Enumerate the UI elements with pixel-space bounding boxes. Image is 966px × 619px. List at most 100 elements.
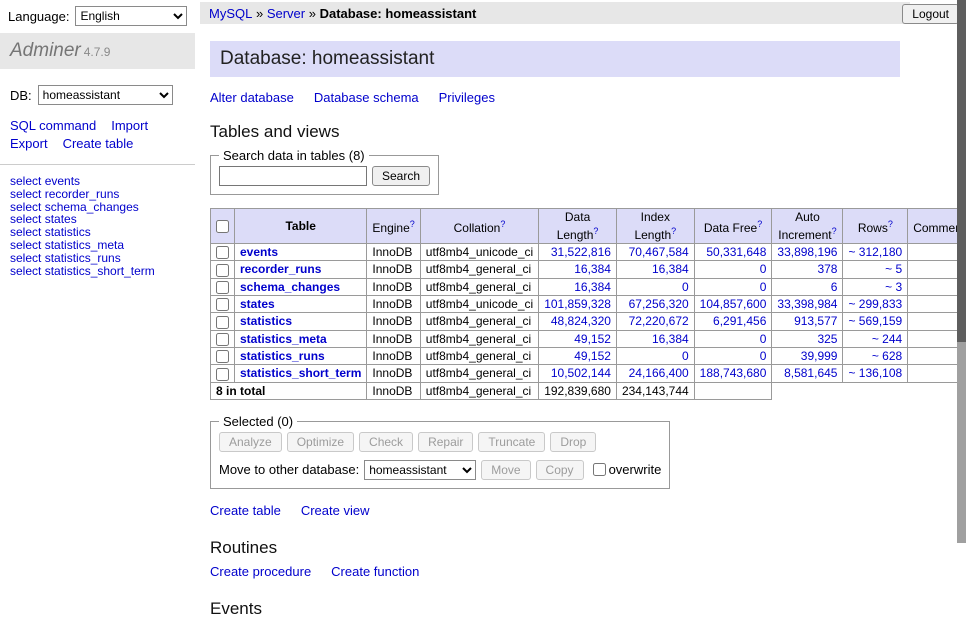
cell-index_length: 67,256,320 <box>616 295 694 312</box>
search-button[interactable]: Search <box>372 166 430 186</box>
sidebar-action-link[interactable]: Export <box>10 136 48 151</box>
row-checkbox[interactable] <box>216 368 229 381</box>
table-name-link[interactable]: statistics <box>240 314 292 328</box>
bulk-action-button[interactable]: Repair <box>418 432 473 452</box>
db-nav-link[interactable]: Alter database <box>210 90 294 105</box>
db-nav-link[interactable]: Privileges <box>439 90 495 105</box>
row-checkbox[interactable] <box>216 264 229 277</box>
tables-heading: Tables and views <box>210 122 956 142</box>
main-content: Alter databaseDatabase schemaPrivileges … <box>210 90 956 619</box>
db-nav-link[interactable]: Database schema <box>314 90 419 105</box>
bulk-action-button[interactable]: Check <box>359 432 413 452</box>
routine-link[interactable]: Create procedure <box>210 564 311 579</box>
row-checkbox[interactable] <box>216 281 229 294</box>
table-name-link[interactable]: schema_changes <box>240 280 340 294</box>
bulk-action-button[interactable]: Drop <box>550 432 596 452</box>
column-header-collation: Collation? <box>420 209 538 244</box>
cell-table: statistics_meta <box>235 330 367 347</box>
overwrite-checkbox[interactable] <box>593 463 606 476</box>
cell-rows: ~ 312,180 <box>843 244 908 261</box>
total-collation: utf8mb4_general_ci <box>420 382 538 399</box>
row-checkbox[interactable] <box>216 246 229 259</box>
cell-data_free: 104,857,600 <box>694 295 772 312</box>
cell-index_length: 0 <box>616 347 694 364</box>
cell-data_length: 101,859,328 <box>539 295 617 312</box>
create-link[interactable]: Create table <box>210 503 281 518</box>
select-all-checkbox[interactable] <box>216 220 229 233</box>
routine-link[interactable]: Create function <box>331 564 419 579</box>
row-checkbox[interactable] <box>216 298 229 311</box>
table-name-link[interactable]: events <box>240 245 278 259</box>
breadcrumb-link[interactable]: Server <box>267 6 305 21</box>
cell-engine: InnoDB <box>367 347 420 364</box>
cell-engine: InnoDB <box>367 244 420 261</box>
breadcrumb: MySQL » Server » Database: homeassistant <box>200 2 910 24</box>
sidebar-actions: SQL command Import Export Create table <box>0 115 195 164</box>
language-select[interactable]: English <box>75 6 187 26</box>
move-db-select[interactable]: homeassistant <box>364 460 476 480</box>
help-link[interactable]: ? <box>888 219 893 229</box>
total-row: 8 in totalInnoDButf8mb4_general_ci192,83… <box>211 382 966 399</box>
cell-engine: InnoDB <box>367 313 420 330</box>
copy-button[interactable]: Copy <box>536 460 584 480</box>
table-name-link[interactable]: statistics_short_term <box>240 366 361 380</box>
sidebar-table-item: select statistics_short_term <box>10 265 185 278</box>
table-row: schema_changesInnoDButf8mb4_general_ci16… <box>211 278 966 295</box>
sidebar-action-link[interactable]: Create table <box>63 136 134 151</box>
breadcrumb-link[interactable]: MySQL <box>209 6 252 21</box>
scrollbar-track[interactable] <box>957 0 966 543</box>
bulk-action-button[interactable]: Analyze <box>219 432 282 452</box>
sidebar-action-link[interactable]: Import <box>111 118 148 133</box>
cell-collation: utf8mb4_general_ci <box>420 261 538 278</box>
cell-auto_increment: 913,577 <box>772 313 843 330</box>
table-name-link[interactable]: statistics_runs <box>240 349 325 363</box>
row-checkbox[interactable] <box>216 316 229 329</box>
row-checkbox[interactable] <box>216 350 229 363</box>
table-row: statisticsInnoDButf8mb4_general_ci48,824… <box>211 313 966 330</box>
bulk-action-button[interactable]: Optimize <box>287 432 354 452</box>
cell-data_free: 0 <box>694 330 772 347</box>
cell-index_length: 16,384 <box>616 261 694 278</box>
sidebar-table-link[interactable]: statistics_short_term <box>45 264 155 278</box>
table-name-link[interactable]: states <box>240 297 275 311</box>
help-link[interactable]: ? <box>832 226 837 236</box>
create-link[interactable]: Create view <box>301 503 370 518</box>
help-link[interactable]: ? <box>757 219 762 229</box>
logout-button[interactable]: Logout <box>902 4 959 24</box>
cell-data_length: 49,152 <box>539 347 617 364</box>
cell-rows: ~ 136,108 <box>843 365 908 382</box>
table-name-link[interactable]: statistics_meta <box>240 332 327 346</box>
table-name-link[interactable]: recorder_runs <box>240 262 321 276</box>
selected-actions: AnalyzeOptimizeCheckRepairTruncateDrop <box>219 432 661 452</box>
move-row: Move to other database: homeassistant Mo… <box>219 460 661 480</box>
help-link[interactable]: ? <box>500 219 505 229</box>
move-label: Move to other database: <box>219 462 359 477</box>
column-header-table: Table <box>235 209 367 244</box>
bulk-action-button[interactable]: Truncate <box>478 432 545 452</box>
column-header-data_length: Data Length? <box>539 209 617 244</box>
total-data-free <box>694 382 772 399</box>
cell-auto_increment: 8,581,645 <box>772 365 843 382</box>
cell-table: events <box>235 244 367 261</box>
search-legend: Search data in tables (8) <box>219 148 369 163</box>
sidebar-action-link[interactable]: SQL command <box>10 118 96 133</box>
select-all-cell <box>211 209 235 244</box>
row-checkbox[interactable] <box>216 333 229 346</box>
row-select-cell <box>211 365 235 382</box>
cell-data_free: 188,743,680 <box>694 365 772 382</box>
sidebar-select-link[interactable]: select <box>10 264 41 278</box>
row-select-cell <box>211 244 235 261</box>
cell-data_free: 0 <box>694 278 772 295</box>
cell-data_length: 49,152 <box>539 330 617 347</box>
overwrite-label: overwrite <box>609 462 662 477</box>
help-link[interactable]: ? <box>410 219 415 229</box>
db-select[interactable]: homeassistant <box>38 85 173 105</box>
overwrite-option[interactable]: overwrite <box>593 462 662 477</box>
move-button[interactable]: Move <box>481 460 530 480</box>
help-link[interactable]: ? <box>593 226 598 236</box>
help-link[interactable]: ? <box>671 226 676 236</box>
scrollbar-thumb[interactable] <box>957 0 966 342</box>
cell-collation: utf8mb4_unicode_ci <box>420 244 538 261</box>
search-input[interactable] <box>219 166 367 186</box>
cell-auto_increment: 378 <box>772 261 843 278</box>
